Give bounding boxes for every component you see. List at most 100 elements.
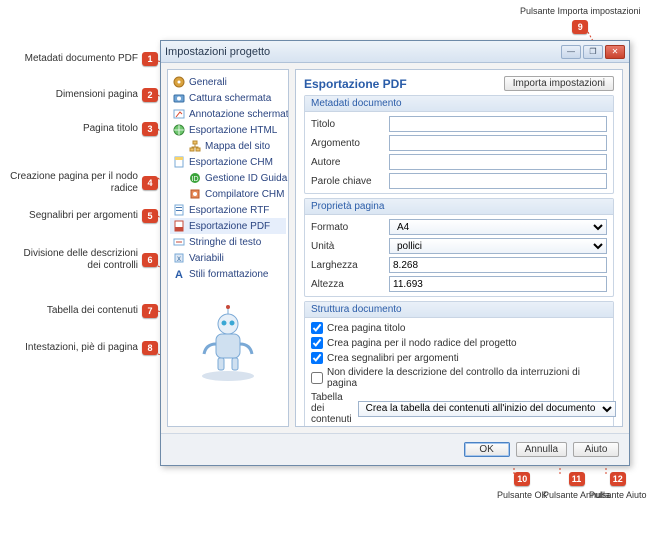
group-structure: Struttura documento Crea pagina titolo C… [304, 301, 614, 427]
strings-icon [172, 235, 186, 249]
panel-title: Esportazione PDF [304, 77, 407, 91]
keywords-label: Parole chiave [311, 176, 383, 187]
callout-7: Tabella dei contenuti 7 [6, 304, 158, 318]
tree-label: Cattura schermata [189, 93, 271, 104]
tree-label: Generali [189, 77, 227, 88]
styles-icon: A [172, 267, 186, 281]
help-button[interactable]: Aiuto [573, 442, 619, 457]
group-page: Proprietà pagina FormatoA4 Unitàpollici … [304, 198, 614, 297]
panel-header: Esportazione PDF Importa impostazioni [304, 76, 614, 91]
author-label: Autore [311, 157, 383, 168]
group-header: Metadati documento [305, 96, 613, 112]
cancel-button[interactable]: Annulla [516, 442, 567, 457]
subject-input[interactable] [389, 135, 607, 151]
callout-6: Divisione delle descrizioni dei controll… [0, 248, 158, 272]
callout-10: 10 Pulsante OK [497, 472, 548, 500]
callout-label: Tabella dei contenuti [47, 305, 138, 317]
group-metadata: Metadati documento Titolo Argomento Auto… [304, 95, 614, 194]
variables-icon: x [172, 251, 186, 265]
tree-item-strings[interactable]: Stringhe di testo [170, 234, 286, 250]
callout-label: Pulsante Importa impostazioni [520, 6, 641, 16]
callout-1: Metadati documento PDF 1 [6, 52, 158, 66]
callout-badge: 7 [142, 304, 158, 318]
tree-item-rtf[interactable]: Esportazione RTF [170, 202, 286, 218]
pdf-icon [172, 219, 186, 233]
chk-root-page[interactable] [311, 337, 323, 349]
compiler-icon [188, 187, 202, 201]
chm-icon [172, 155, 186, 169]
rtf-icon [172, 203, 186, 217]
callout-badge: 9 [572, 20, 588, 34]
tree-item-capture[interactable]: Cattura schermata [170, 90, 286, 106]
format-select[interactable]: A4 [389, 219, 607, 235]
pdf-export-panel: Esportazione PDF Importa impostazioni Me… [295, 69, 623, 427]
tree-item-styles[interactable]: AStili formattazione [170, 266, 286, 282]
chk-label: Crea pagina titolo [327, 323, 405, 334]
keywords-input[interactable] [389, 173, 607, 189]
tree-label: Mappa del sito [205, 141, 270, 152]
settings-tree: Generali Cattura schermata Annotazione s… [167, 69, 289, 427]
close-button[interactable]: ✕ [605, 45, 625, 59]
toc-label: Tabella dei contenuti [311, 392, 352, 425]
tree-item-idguide[interactable]: IDGestione ID Guida [170, 170, 286, 186]
tree-label: Stringhe di testo [189, 237, 261, 248]
annotate-icon [172, 107, 186, 121]
callout-badge: 8 [142, 341, 158, 355]
callout-5: Segnalibri per argomenti 5 [6, 209, 158, 223]
callout-badge: 1 [142, 52, 158, 66]
titlebar[interactable]: Impostazioni progetto — ❐ ✕ [161, 41, 629, 63]
callout-12: 12 Pulsante Aiuto [589, 472, 647, 500]
chk-title-page[interactable] [311, 322, 323, 334]
callout-badge: 6 [142, 253, 158, 267]
import-settings-button[interactable]: Importa impostazioni [504, 76, 614, 91]
callout-label: Segnalibri per argomenti [29, 210, 138, 222]
callout-8: Intestazioni, piè di pagina 8 [6, 341, 158, 355]
svg-text:ID: ID [192, 176, 199, 183]
chk-label: Non dividere la descrizione del controll… [327, 367, 607, 389]
height-label: Altezza [311, 279, 383, 290]
callout-badge: 5 [142, 209, 158, 223]
width-label: Larghezza [311, 260, 383, 271]
svg-text:A: A [175, 269, 183, 281]
ok-button[interactable]: OK [464, 442, 510, 457]
tree-label: Esportazione HTML [189, 125, 277, 136]
camera-icon [172, 91, 186, 105]
callout-label: Dimensioni pagina [56, 89, 138, 101]
callout-label: Metadati documento PDF [25, 53, 138, 65]
callout-badge: 12 [610, 472, 626, 486]
tree-item-pdf[interactable]: Esportazione PDF [170, 218, 286, 234]
unit-select[interactable]: pollici [389, 238, 607, 254]
width-input[interactable] [389, 257, 607, 273]
tree-item-html[interactable]: Esportazione HTML [170, 122, 286, 138]
minimize-button[interactable]: — [561, 45, 581, 59]
callout-badge: 11 [569, 472, 585, 486]
id-icon: ID [188, 171, 202, 185]
group-header: Proprietà pagina [305, 199, 613, 215]
author-input[interactable] [389, 154, 607, 170]
title-input[interactable] [389, 116, 607, 132]
callout-label: Divisione delle descrizioni dei controll… [8, 248, 138, 272]
tree-item-annotate[interactable]: Annotazione schermata [170, 106, 286, 122]
callout-2: Dimensioni pagina 2 [6, 88, 158, 102]
callout-9: Pulsante Importa impostazioni 9 [520, 6, 641, 34]
tree-item-general[interactable]: Generali [170, 74, 286, 90]
maximize-button[interactable]: ❐ [583, 45, 603, 59]
tree-item-chm[interactable]: Esportazione CHM [170, 154, 286, 170]
callout-4: Creazione pagina per il nodo radice 4 [0, 171, 158, 195]
callout-label: Pulsante OK [497, 490, 548, 500]
tree-label: Annotazione schermata [189, 109, 289, 120]
tree-item-chmcomp[interactable]: Compilatore CHM [170, 186, 286, 202]
tree-item-vars[interactable]: xVariabili [170, 250, 286, 266]
tree-item-sitemap[interactable]: Mappa del sito [170, 138, 286, 154]
chk-bookmarks[interactable] [311, 352, 323, 364]
sitemap-icon [188, 139, 202, 153]
callout-label: Creazione pagina per il nodo radice [8, 171, 138, 195]
group-header: Struttura documento [305, 302, 613, 318]
dialog-footer: OK Annulla Aiuto [161, 433, 629, 465]
toc-select[interactable]: Crea la tabella dei contenuti all'inizio… [358, 401, 616, 417]
chk-no-split[interactable] [311, 372, 323, 384]
settings-window: Impostazioni progetto — ❐ ✕ Generali Cat… [160, 40, 630, 466]
callout-3: Pagina titolo 3 [6, 122, 158, 136]
height-input[interactable] [389, 276, 607, 292]
callout-badge: 3 [142, 122, 158, 136]
